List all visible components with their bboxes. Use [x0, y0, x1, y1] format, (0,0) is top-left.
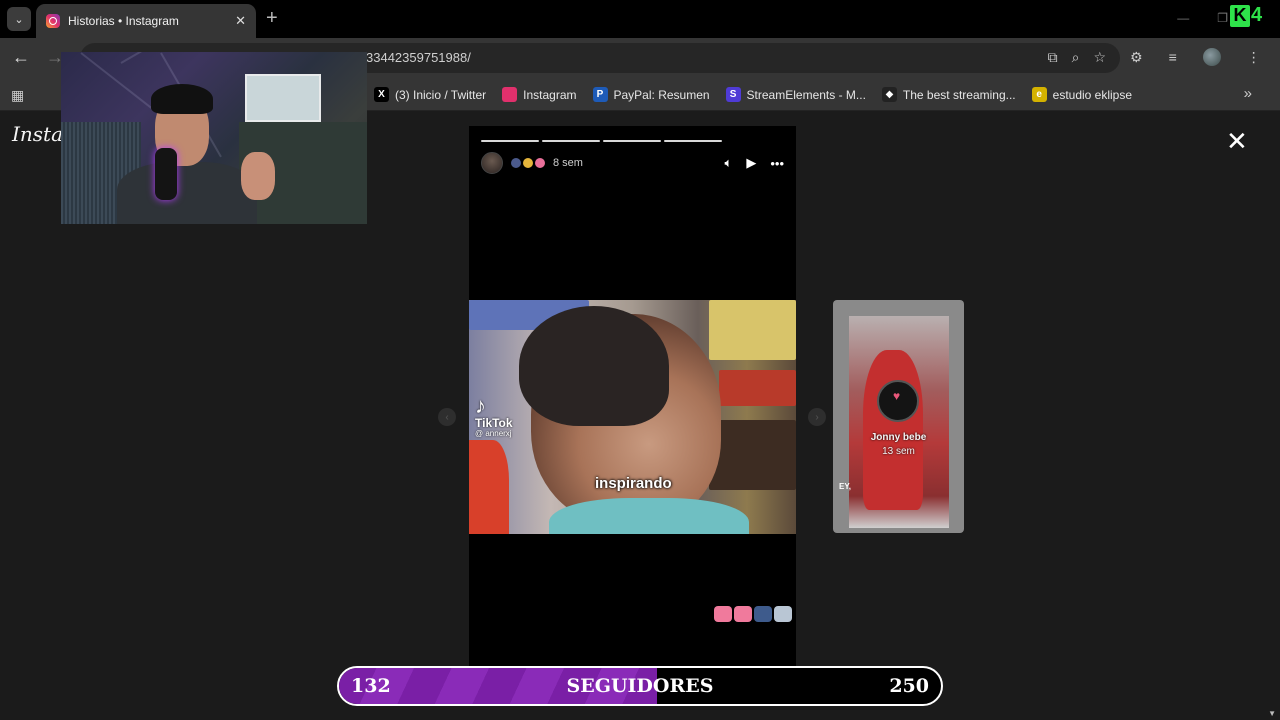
- story-header: 8 sem 🔈︎ ▶ •••: [481, 152, 784, 174]
- story-timestamp: 8 sem: [553, 157, 583, 169]
- new-tab-button[interactable]: +: [266, 8, 278, 28]
- bookmark-label: estudio eklipse: [1052, 87, 1133, 102]
- next-story-username: Jonny bebe: [870, 432, 927, 443]
- bookmark-item[interactable]: P PayPal: Resumen: [592, 87, 710, 102]
- x-twitter-icon: X: [374, 87, 389, 102]
- next-story-corner-text: EY,: [839, 482, 852, 491]
- window-controls: — ❐: [1177, 11, 1228, 25]
- kebab-menu-icon[interactable]: ⋮: [1247, 49, 1261, 66]
- tab-strip: ⌄ Historias • Instagram ✕ + — ❐ K 4: [0, 0, 1280, 38]
- heart-icon: [714, 606, 732, 622]
- bookmark-label: The best streaming...: [902, 87, 1016, 102]
- more-options-icon[interactable]: •••: [770, 156, 784, 171]
- follower-label: SEGUIDORES: [566, 675, 714, 697]
- tiktok-watermark: ♪ TikTok @ annerxj: [475, 393, 513, 438]
- follower-goal-bar: 132 SEGUIDORES 250: [337, 666, 943, 706]
- tab-title: Historias • Instagram: [68, 14, 179, 28]
- bookmark-item[interactable]: ◆ The best streaming...: [881, 87, 1016, 102]
- bookmark-label: PayPal: Resumen: [613, 87, 710, 102]
- webcam-overlay: [61, 52, 367, 224]
- eklipse-icon: e: [1031, 87, 1047, 102]
- play-icon[interactable]: ▶: [746, 155, 756, 171]
- url-text: 33442359751988/: [366, 50, 471, 65]
- media-controls-icon[interactable]: ≡: [1169, 49, 1177, 65]
- tiktok-icon: ♪: [475, 393, 486, 418]
- instagram-icon: [46, 14, 60, 28]
- instagram-icon: [502, 87, 518, 102]
- install-app-icon[interactable]: ⧉: [1048, 49, 1058, 66]
- progress-segment: [542, 140, 600, 142]
- video-caption: inspirando: [595, 475, 672, 492]
- more-bookmarks-icon[interactable]: »: [1244, 85, 1252, 102]
- heart-icon: [535, 158, 545, 168]
- bookmark-label: StreamElements - M...: [746, 87, 866, 102]
- restore-icon[interactable]: ❐: [1217, 11, 1228, 25]
- bookmark-item[interactable]: X (3) Inicio / Twitter: [374, 87, 486, 102]
- tab-search-button[interactable]: ⌄: [7, 7, 31, 31]
- bookmark-item[interactable]: S StreamElements - M...: [725, 87, 866, 102]
- bookmark-star-icon[interactable]: ☆: [1093, 49, 1106, 66]
- volume-icon[interactable]: 🔈︎: [725, 155, 733, 171]
- emoji-icon: [523, 158, 533, 168]
- profile-avatar[interactable]: [1202, 48, 1221, 66]
- k4-brand-logo: K 4: [1230, 4, 1262, 27]
- avatar: [877, 380, 919, 422]
- previous-story-icon[interactable]: ‹: [438, 408, 456, 426]
- night-city-icon: [754, 606, 772, 622]
- next-story-preview[interactable]: Jonny bebe 13 sem EY,: [833, 300, 964, 533]
- microphone: [155, 148, 177, 200]
- bookmark-item[interactable]: Instagram: [502, 87, 577, 102]
- story-video: ♪ TikTok @ annerxj inspirando: [469, 300, 796, 534]
- streaming-site-icon: ◆: [881, 87, 897, 102]
- bookmark-label: (3) Inicio / Twitter: [395, 87, 487, 102]
- username-emojis[interactable]: [511, 158, 545, 168]
- avatar[interactable]: [481, 152, 503, 174]
- progress-segment: [664, 140, 722, 142]
- scroll-down-arrow-icon[interactable]: ▼: [1268, 709, 1276, 718]
- close-icon[interactable]: ✕: [235, 13, 246, 29]
- wall-poster: [245, 74, 321, 122]
- brand-number: 4: [1251, 4, 1263, 26]
- next-story-icon[interactable]: ›: [808, 408, 826, 426]
- bookmark-label: Instagram: [523, 87, 577, 102]
- progress-segment: [603, 140, 661, 142]
- story-player[interactable]: 8 sem 🔈︎ ▶ ••• ♪ TikTok @ annerxj inspir…: [469, 126, 796, 686]
- chevron-down-icon: ⌄: [14, 13, 24, 26]
- close-icon[interactable]: ✕: [1226, 128, 1248, 154]
- bookmark-list: X (3) Inicio / Twitter Instagram P PayPal: R…: [374, 78, 1132, 111]
- emoji-stickers: [714, 606, 792, 622]
- streamelements-icon: S: [725, 87, 741, 102]
- follower-goal: 250: [889, 675, 929, 697]
- next-story-timestamp: 13 sem: [882, 446, 915, 457]
- tab-historias[interactable]: Historias • Instagram ✕: [36, 4, 256, 38]
- rain-cloud-icon: [774, 606, 792, 622]
- bookmark-item[interactable]: e estudio eklipse: [1031, 87, 1133, 102]
- apps-grid-icon[interactable]: ▦: [11, 87, 24, 104]
- story-progress: [481, 140, 722, 142]
- emoji-icon: [511, 158, 521, 168]
- paypal-icon: P: [592, 87, 608, 102]
- zoom-icon[interactable]: ⌕: [1072, 49, 1080, 66]
- k-logo-icon: K: [1230, 4, 1250, 27]
- extensions-icon[interactable]: ⚙: [1130, 49, 1143, 66]
- back-arrow-icon[interactable]: ←: [12, 47, 30, 67]
- progress-segment: [481, 140, 539, 142]
- minimize-icon[interactable]: —: [1177, 11, 1189, 25]
- heart-icon: [734, 606, 752, 622]
